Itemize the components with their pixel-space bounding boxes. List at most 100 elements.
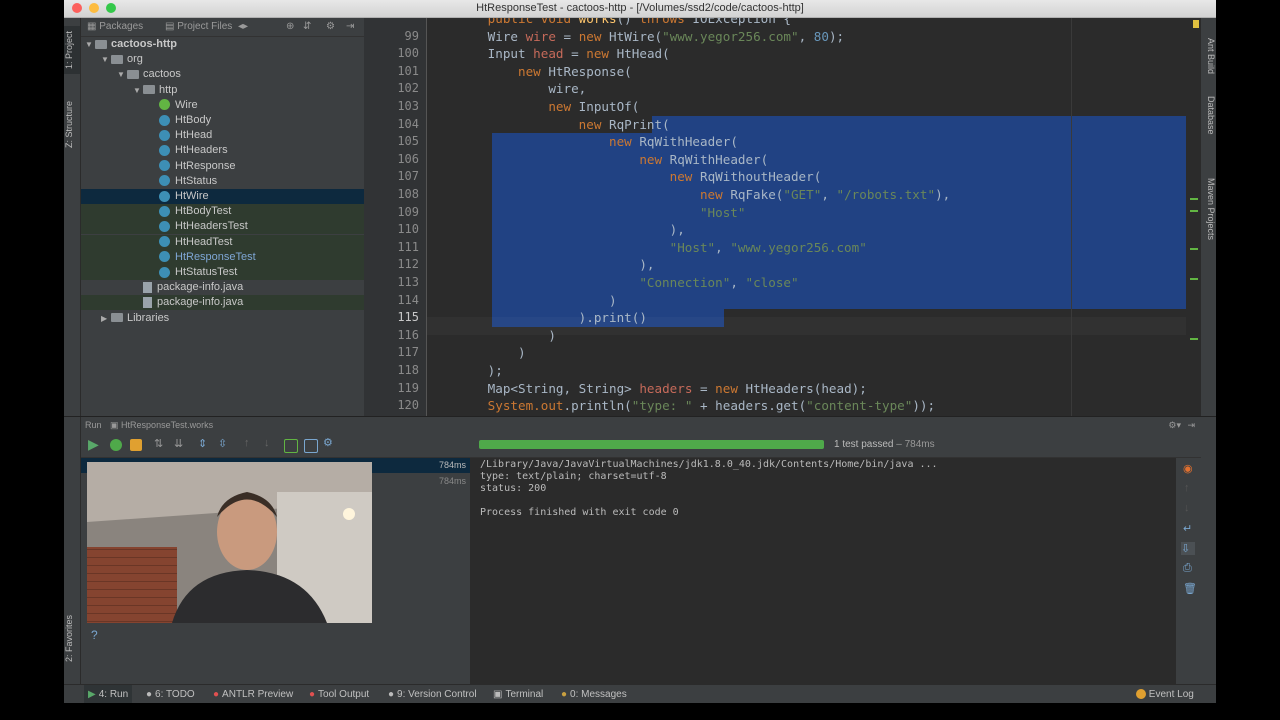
- event-log-button[interactable]: Event Log: [1136, 685, 1194, 703]
- gear-icon[interactable]: ⚙: [326, 21, 335, 32]
- zoom-window-button[interactable]: [106, 3, 116, 13]
- tree-item[interactable]: package-info.java: [81, 280, 364, 295]
- code-editor[interactable]: public void works() throws IOException {…: [427, 18, 1201, 416]
- tree-item[interactable]: HtHead: [81, 128, 364, 143]
- tool-window-button[interactable]: ● Tool Output: [305, 685, 373, 703]
- tab-favorites[interactable]: 2: Favorites: [64, 608, 80, 668]
- tree-item-label: HtResponse: [175, 159, 236, 172]
- tree-item[interactable]: ▼ org: [81, 52, 364, 67]
- print-icon[interactable]: ⎙: [1183, 562, 1192, 575]
- editor-error-stripe[interactable]: [1186, 18, 1201, 416]
- tree-item[interactable]: HtBody: [81, 113, 364, 128]
- code-token: Wire: [487, 28, 526, 44]
- test-settings-icon[interactable]: ⚙: [323, 436, 333, 449]
- tree-item[interactable]: ▼ cactoos: [81, 67, 364, 82]
- tree-item-label: HtHeaders: [175, 144, 228, 157]
- tool-window-button[interactable]: ● 0: Messages: [557, 685, 631, 703]
- show-passed-icon[interactable]: [110, 439, 122, 451]
- tool-window-label: 6: TODO: [155, 689, 195, 700]
- code-token: new: [715, 380, 746, 396]
- folder-icon: [95, 39, 107, 49]
- hide-panel-icon[interactable]: ⇥: [1187, 417, 1195, 433]
- tab-maven-projects[interactable]: Maven Projects: [1201, 178, 1216, 258]
- stop-icon[interactable]: ◉: [1183, 462, 1193, 475]
- line-number: 118: [397, 363, 419, 377]
- scope-icon[interactable]: ⊕: [286, 21, 294, 32]
- todo-icon: ●: [146, 689, 153, 700]
- tree-arrow-icon[interactable]: ▼: [85, 37, 95, 52]
- tab-ant-build[interactable]: Ant Build: [1201, 38, 1216, 88]
- close-window-button[interactable]: [72, 3, 82, 13]
- tree-item[interactable]: HtResponseTest: [81, 249, 364, 265]
- tree-item[interactable]: HtBodyTest: [81, 204, 364, 220]
- help-icon[interactable]: ?: [91, 628, 98, 642]
- tab-switch-icon[interactable]: ◂▸: [238, 21, 248, 32]
- code-token: =: [692, 380, 716, 396]
- tree-arrow-icon[interactable]: ▼: [133, 83, 143, 98]
- tool-window-label: 9: Version Control: [397, 689, 477, 700]
- tree-item[interactable]: HtStatus: [81, 174, 364, 189]
- trash-icon[interactable]: 🗑: [1183, 582, 1197, 595]
- tool-window-button[interactable]: ▶ 4: Run: [84, 685, 133, 703]
- tab-structure[interactable]: Z: Structure: [64, 94, 80, 154]
- run-config-tab[interactable]: ▣ HtResponseTest.works: [110, 420, 213, 430]
- minimize-window-button[interactable]: [89, 3, 99, 13]
- tree-item[interactable]: HtWire: [81, 189, 364, 204]
- tool-window-button[interactable]: ▣ Terminal: [489, 685, 547, 703]
- code-token: headers: [715, 398, 769, 414]
- collapse-all-icon[interactable]: ⇳: [218, 437, 227, 450]
- rerun-icon[interactable]: ▶: [88, 436, 99, 453]
- console-line: status: 200: [480, 483, 547, 494]
- tree-item[interactable]: Wire: [81, 98, 364, 113]
- tree-item[interactable]: HtHeaders: [81, 143, 364, 158]
- tree-item[interactable]: HtHeadTest: [81, 234, 364, 250]
- down-icon[interactable]: ↓: [1184, 502, 1190, 514]
- tool-window-button[interactable]: ● 6: TODO: [142, 685, 199, 703]
- tree-item[interactable]: package-info.java: [81, 295, 364, 311]
- code-token: "/robots.txt": [836, 187, 936, 202]
- tree-item[interactable]: ▼ http: [81, 83, 364, 98]
- code-token: new: [639, 151, 670, 167]
- hide-icon[interactable]: ⇥: [346, 21, 354, 32]
- sort-duration-icon[interactable]: ⇊: [174, 437, 183, 450]
- soft-wrap-icon[interactable]: ↵: [1183, 522, 1192, 535]
- export-icon[interactable]: [284, 439, 298, 453]
- show-ignored-icon[interactable]: [130, 439, 142, 451]
- tab-database[interactable]: Database: [1201, 96, 1216, 151]
- tab-project-files[interactable]: ▤ Project Files: [165, 21, 232, 32]
- tree-item[interactable]: HtStatusTest: [81, 265, 364, 280]
- console-output[interactable]: /Library/Java/JavaVirtualMachines/jdk1.8…: [472, 458, 1176, 684]
- tree-arrow-icon[interactable]: ▼: [117, 67, 127, 82]
- up-icon[interactable]: ↑: [1184, 482, 1190, 494]
- import-icon[interactable]: [304, 439, 318, 453]
- line-number: 113: [397, 275, 419, 289]
- tree-arrow-icon[interactable]: ▶: [101, 311, 111, 326]
- tab-project[interactable]: 1: Project: [64, 26, 80, 74]
- collapse-icon[interactable]: ⇵: [303, 21, 311, 32]
- tree-item[interactable]: HtHeadersTest: [81, 219, 364, 235]
- code-token: ,: [715, 239, 731, 255]
- package-icon: [127, 69, 139, 79]
- code-token: "Host": [669, 239, 716, 255]
- next-failed-icon[interactable]: ↓: [264, 437, 270, 449]
- tool-window-button[interactable]: ● 9: Version Control: [384, 685, 481, 703]
- tool-window-button[interactable]: ● ANTLR Preview: [209, 685, 297, 703]
- tree-item[interactable]: ▶ Libraries: [81, 311, 364, 326]
- expand-all-icon[interactable]: ⇕: [198, 437, 207, 450]
- line-number: 99: [404, 28, 419, 43]
- scroll-to-end-icon[interactable]: ⇩: [1181, 542, 1195, 555]
- prev-failed-icon[interactable]: ↑: [244, 437, 250, 449]
- tab-packages[interactable]: ▦ Packages: [87, 21, 143, 32]
- tree-arrow-icon[interactable]: ▼: [101, 52, 111, 67]
- line-number: 102: [397, 81, 419, 96]
- sort-alpha-icon[interactable]: ⇅: [154, 437, 163, 450]
- settings-icon[interactable]: ⚙▾: [1168, 417, 1181, 433]
- line-number: 114: [397, 292, 419, 307]
- tree-item-label: HtBodyTest: [175, 205, 232, 218]
- tree-item[interactable]: ▼ cactoos-http: [81, 37, 364, 52]
- tree-item[interactable]: HtResponse: [81, 159, 364, 174]
